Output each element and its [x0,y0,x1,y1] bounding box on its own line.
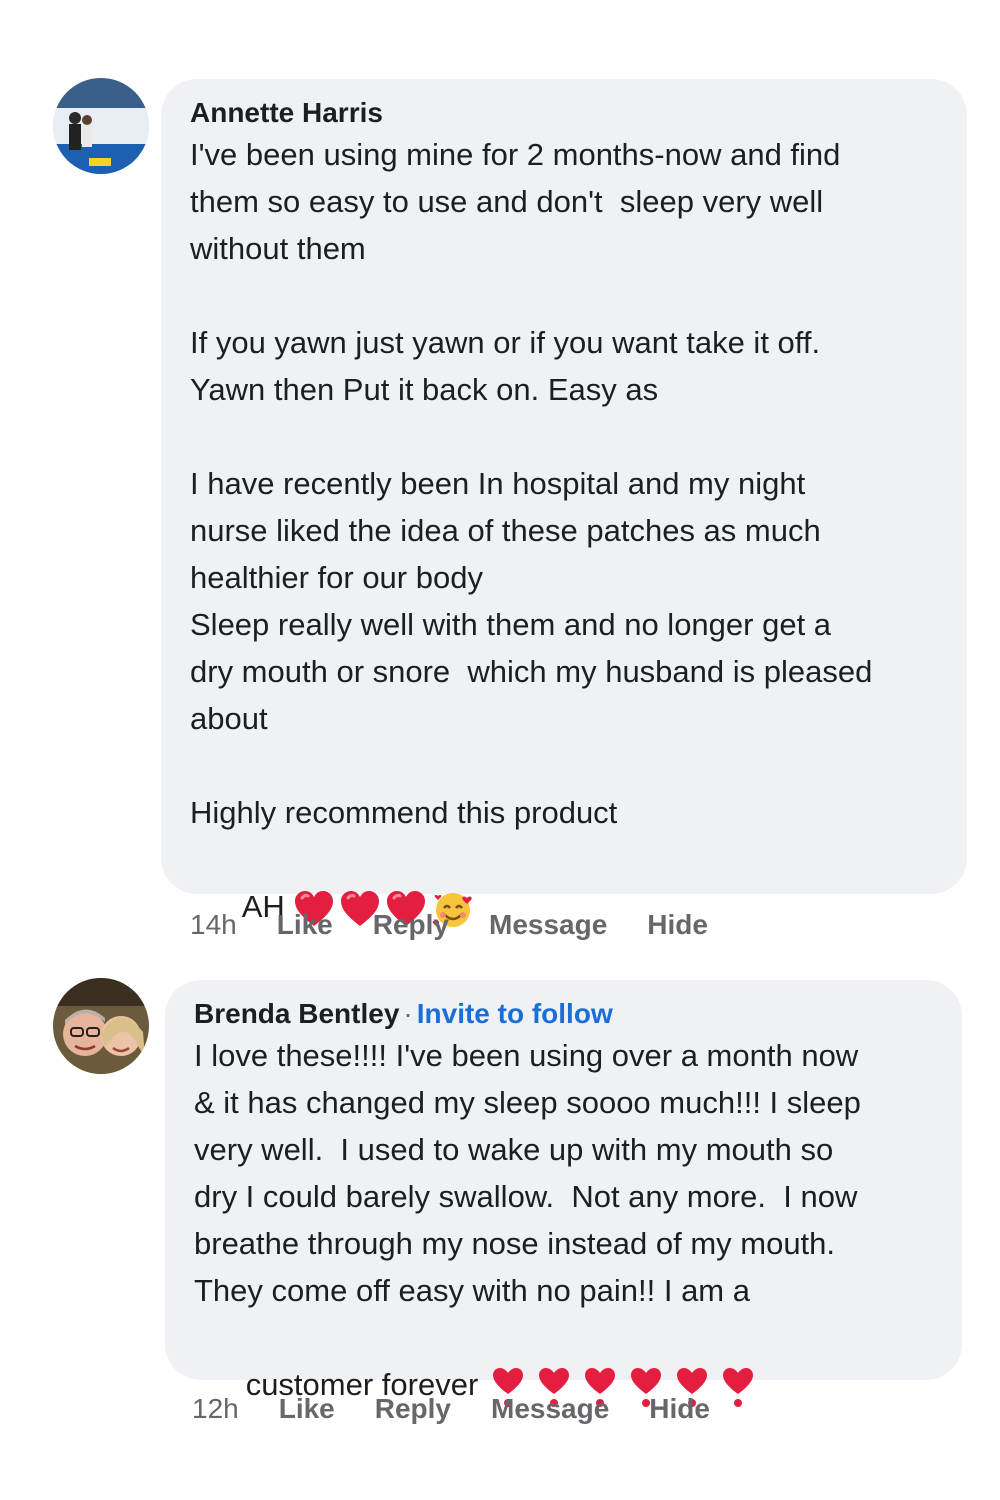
comment-bubble: Annette Harris I've been using mine for … [161,79,967,927]
reply-button[interactable]: Reply [375,1393,451,1425]
author-line: Brenda Bentley · Invite to follow [194,996,936,1032]
author-line: Annette Harris [190,95,941,131]
comment-paragraph: I have recently been In hospital and my … [190,466,873,736]
hide-button[interactable]: Hide [649,1393,710,1425]
reply-button[interactable]: Reply [373,909,449,941]
comment-text: I love these!!!! I've been using over a … [194,1038,861,1308]
author-name[interactable]: Brenda Bentley [194,998,399,1029]
hide-button[interactable]: Hide [647,909,708,941]
comment-paragraph: If you yawn just yawn or if you want tak… [190,325,821,407]
avatar[interactable] [53,78,149,174]
like-button[interactable]: Like [279,1393,335,1425]
message-button[interactable]: Message [491,1393,609,1425]
comment-paragraph: I've been using mine for 2 months-now an… [190,137,841,266]
timestamp[interactable]: 14h [190,909,237,941]
comment-actions: 12h Like Reply Message Hide [192,1390,750,1428]
message-button[interactable]: Message [489,909,607,941]
comment-bubble: Brenda Bentley · Invite to follow I love t… [165,980,962,1407]
invite-to-follow-link[interactable]: Invite to follow [417,998,613,1029]
avatar[interactable] [53,978,149,1074]
like-button[interactable]: Like [277,909,333,941]
author-name[interactable]: Annette Harris [190,97,383,128]
profile-photo-icon [53,978,149,1074]
separator-dot: · [403,998,413,1029]
comment-actions: 14h Like Reply Message Hide [190,906,748,944]
timestamp[interactable]: 12h [192,1393,239,1425]
last-line: customer forever [194,1314,936,1455]
profile-photo-icon [53,78,149,174]
comment-paragraph: Highly recommend this product [190,795,618,830]
